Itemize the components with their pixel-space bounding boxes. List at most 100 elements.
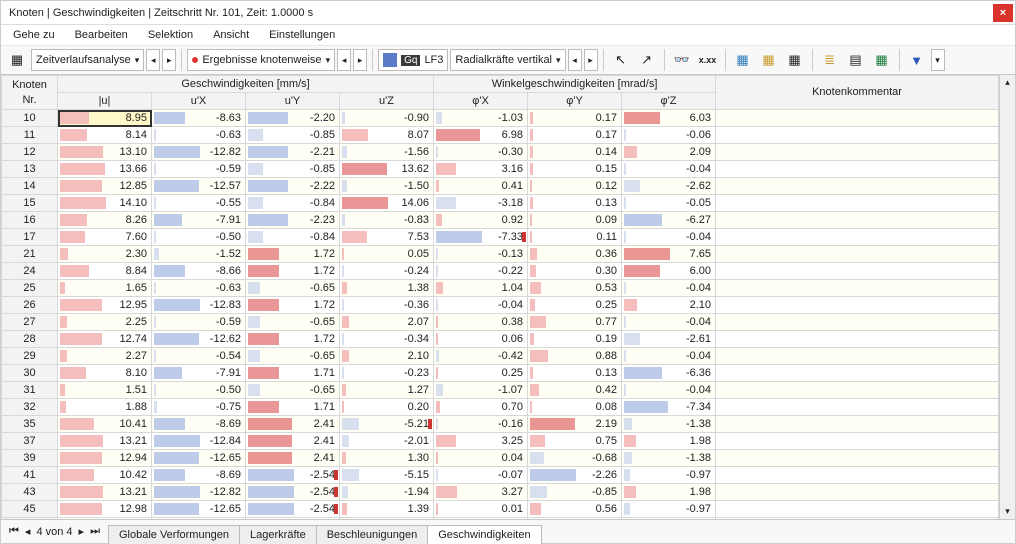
cell[interactable]: -0.85 [528, 484, 622, 501]
table-row[interactable]: 4313.21-12.82-2.54-1.943.27-0.851.98 [2, 484, 999, 501]
loadcase-combo[interactable]: Gq LF3 [378, 49, 448, 71]
cell-comment[interactable] [716, 484, 999, 501]
row-node-id[interactable]: 14 [2, 178, 58, 195]
cell[interactable]: -0.85 [246, 161, 340, 178]
cell[interactable]: -0.30 [434, 144, 528, 161]
row-node-id[interactable]: 32 [2, 399, 58, 416]
col-comment[interactable]: Knotenkommentar [716, 76, 999, 110]
cell[interactable]: 7.60 [58, 229, 152, 246]
cell-comment[interactable] [716, 382, 999, 399]
cell[interactable]: -0.75 [152, 399, 246, 416]
row-node-id[interactable]: 27 [2, 314, 58, 331]
cell[interactable]: -0.04 [622, 348, 716, 365]
row-node-id[interactable]: 25 [2, 280, 58, 297]
cell[interactable]: 3.27 [434, 484, 528, 501]
cell[interactable]: -0.65 [246, 314, 340, 331]
column-header[interactable]: u'Y [246, 93, 340, 110]
select-arrow-icon[interactable]: ↖ [609, 49, 633, 71]
table-row[interactable]: 272.25-0.59-0.652.070.380.77-0.04 [2, 314, 999, 331]
row-node-id[interactable]: 12 [2, 144, 58, 161]
analysis-combo[interactable]: Zeitverlaufsanalyse ▾ [31, 49, 144, 71]
table-icon[interactable]: ▦ [5, 49, 29, 71]
cell[interactable]: 13.62 [340, 161, 434, 178]
cell[interactable]: 8.10 [58, 365, 152, 382]
cell[interactable]: -0.36 [340, 297, 434, 314]
cell[interactable]: 8.95 [58, 110, 152, 127]
cell-comment[interactable] [716, 501, 999, 518]
cell[interactable]: -2.62 [622, 178, 716, 195]
cell[interactable]: 2.19 [528, 416, 622, 433]
row-node-id[interactable]: 15 [2, 195, 58, 212]
footer-tab[interactable]: Lagerkräfte [239, 525, 317, 544]
cell[interactable]: -1.50 [340, 178, 434, 195]
cell-comment[interactable] [716, 263, 999, 280]
cell[interactable]: 0.53 [528, 280, 622, 297]
cell[interactable]: -12.84 [152, 433, 246, 450]
cell[interactable]: -12.57 [152, 178, 246, 195]
cell[interactable]: -0.04 [622, 229, 716, 246]
cell[interactable]: 13.66 [58, 161, 152, 178]
cell-comment[interactable] [716, 161, 999, 178]
cell[interactable]: -0.85 [246, 127, 340, 144]
cell[interactable]: -0.83 [340, 212, 434, 229]
colgroup-speed[interactable]: Geschwindigkeiten [mm/s] [58, 76, 434, 93]
cell[interactable]: 2.27 [58, 348, 152, 365]
excel-icon[interactable]: ▦ [870, 49, 894, 71]
cell[interactable]: 0.75 [528, 433, 622, 450]
cell[interactable]: -0.59 [152, 161, 246, 178]
cell[interactable]: -7.34 [622, 399, 716, 416]
table-row[interactable]: 311.51-0.50-0.651.27-1.070.42-0.04 [2, 382, 999, 399]
cell[interactable]: -0.50 [152, 382, 246, 399]
cell[interactable]: -0.04 [622, 314, 716, 331]
sheet-icon[interactable]: ▤ [844, 49, 868, 71]
cell[interactable]: -12.83 [152, 297, 246, 314]
grid-icon[interactable]: ▦ [731, 49, 755, 71]
cell[interactable]: -2.54 [246, 501, 340, 518]
cell[interactable]: 1.51 [58, 382, 152, 399]
cell-comment[interactable] [716, 246, 999, 263]
cell-comment[interactable] [716, 229, 999, 246]
cell[interactable]: 0.09 [528, 212, 622, 229]
cell[interactable]: -12.62 [152, 331, 246, 348]
bars-icon[interactable]: ≣ [818, 49, 842, 71]
cell[interactable]: 0.15 [528, 161, 622, 178]
cell[interactable]: 0.41 [434, 178, 528, 195]
cell[interactable]: 14.06 [340, 195, 434, 212]
table-row[interactable]: 2812.74-12.621.72-0.340.060.19-2.61 [2, 331, 999, 348]
cell[interactable]: 1.72 [246, 297, 340, 314]
cell[interactable]: 0.77 [528, 314, 622, 331]
cell[interactable]: 0.14 [528, 144, 622, 161]
cell[interactable]: 0.00 [340, 518, 434, 520]
cell[interactable]: 0.17 [528, 127, 622, 144]
cell[interactable]: 12.95 [58, 297, 152, 314]
cell-comment[interactable] [716, 110, 999, 127]
column-header[interactable]: |u| [58, 93, 152, 110]
cell[interactable]: 14.10 [58, 195, 152, 212]
cell[interactable]: 0.31 [528, 518, 622, 520]
cell[interactable]: -0.63 [152, 127, 246, 144]
cell[interactable]: -2.21 [246, 144, 340, 161]
cell[interactable]: -8.66 [152, 263, 246, 280]
select-arrow2-icon[interactable]: ↗ [635, 49, 659, 71]
cell[interactable]: -0.05 [622, 195, 716, 212]
cell[interactable]: -0.63 [152, 280, 246, 297]
cell[interactable]: 1.27 [340, 382, 434, 399]
cell[interactable]: 0.17 [528, 110, 622, 127]
row-node-id[interactable]: 21 [2, 246, 58, 263]
colgroup-angular[interactable]: Winkelgeschwindigkeiten [mrad/s] [434, 76, 716, 93]
table-row[interactable]: 1514.10-0.55-0.8414.06-3.180.13-0.05 [2, 195, 999, 212]
cell[interactable]: -0.65 [246, 348, 340, 365]
cell[interactable]: 3.16 [434, 161, 528, 178]
cell[interactable]: 1.72 [246, 331, 340, 348]
cell[interactable]: -0.04 [622, 382, 716, 399]
cell[interactable]: 1.71 [246, 365, 340, 382]
table-row[interactable]: 118.14-0.63-0.858.076.980.17-0.06 [2, 127, 999, 144]
cell[interactable]: 10.42 [58, 467, 152, 484]
cell-comment[interactable] [716, 416, 999, 433]
table-row[interactable]: 3912.94-12.652.411.300.04-0.68-1.38 [2, 450, 999, 467]
row-node-id[interactable]: 11 [2, 127, 58, 144]
row-node-id[interactable]: 13 [2, 161, 58, 178]
cell[interactable]: 0.12 [528, 178, 622, 195]
cell[interactable]: 13.21 [58, 433, 152, 450]
cell[interactable]: 8.26 [58, 212, 152, 229]
